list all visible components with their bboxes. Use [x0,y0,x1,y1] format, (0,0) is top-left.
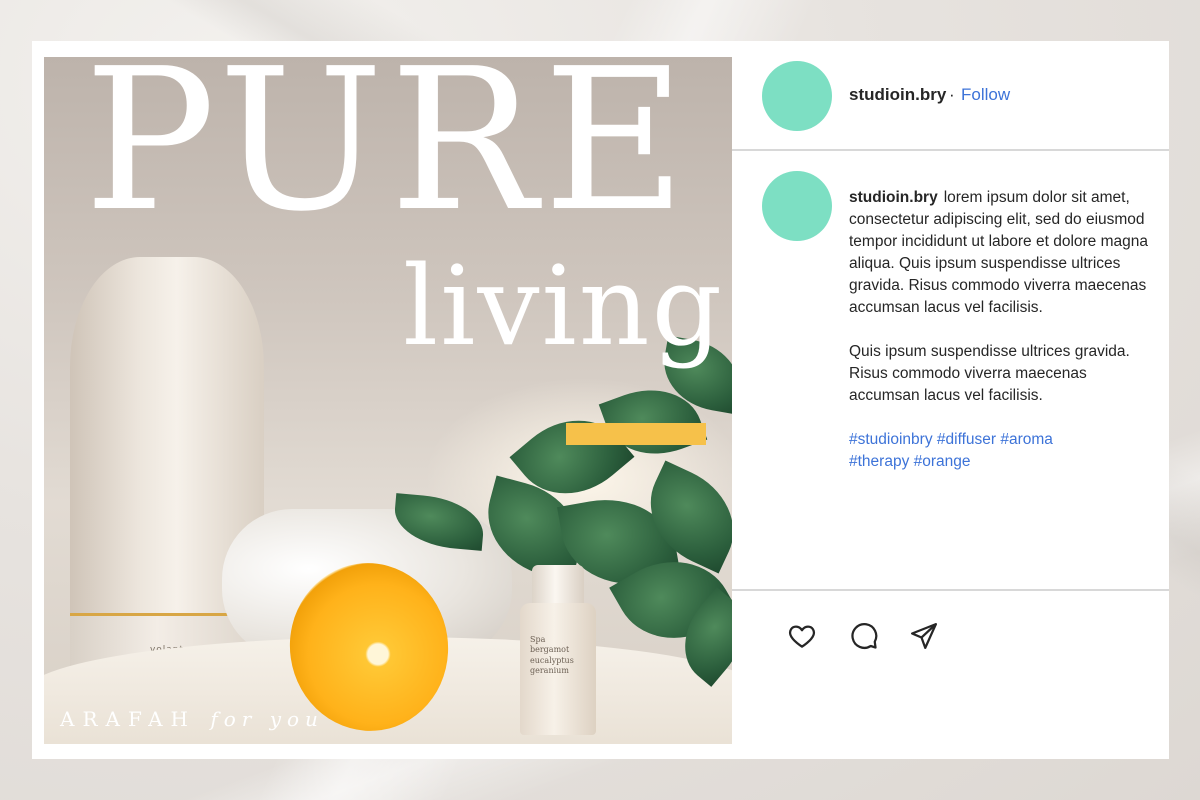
footer-tagline: for you [210,707,324,731]
instagram-post-card: volant Spa bergamot eucalyptus geranium … [32,41,1169,759]
bottle-cap [532,565,584,605]
post-sidebar: studioin.bry · Follow studioin.bry lorem … [732,41,1169,759]
footer-brand: ARAFAH for you [60,707,324,731]
header-separator: · [949,85,955,104]
post-image[interactable]: volant Spa bergamot eucalyptus geranium … [44,57,732,744]
hashtag-link[interactable]: #diffuser [937,431,996,448]
hashtag-link[interactable]: #orange [914,453,971,470]
caption-avatar[interactable] [762,171,832,241]
heart-icon [789,625,815,648]
headline-pure: PURE [83,57,693,255]
share-button[interactable] [909,621,939,651]
post-header: studioin.bry · Follow [732,41,1169,151]
bottle-label: Spa bergamot eucalyptus geranium [530,635,574,676]
caption-paragraph-2: Quis ipsum suspendisse ultrices gravida.… [849,343,1130,404]
hashtag-list: #studioinbry #diffuser #aroma #therapy #… [849,429,1149,473]
accent-bar [566,423,706,445]
follow-button[interactable]: Follow [961,85,1010,105]
caption-text-1: lorem ipsum dolor sit amet, consectetur … [849,189,1148,316]
caption-paragraph-1: studioin.bry lorem ipsum dolor sit amet, … [849,187,1149,319]
caption-username[interactable]: studioin.bry [849,189,938,206]
hashtag-link[interactable]: #aroma [1000,431,1053,448]
header-username[interactable]: studioin.bry [849,85,946,105]
post-actions [732,589,1169,759]
comment-button[interactable] [849,621,879,651]
footer-brand-name: ARAFAH [60,707,196,731]
hashtag-link[interactable]: #therapy [849,453,909,470]
avatar[interactable] [762,61,832,131]
essential-oil-bottle: Spa bergamot eucalyptus geranium [520,565,596,735]
paper-plane-icon [911,623,937,649]
hashtag-link[interactable]: #studioinbry [849,431,933,448]
headline-living: living [403,242,724,370]
comment-icon [851,623,878,649]
like-button[interactable] [787,621,817,651]
post-caption: studioin.bry lorem ipsum dolor sit amet, … [849,187,1149,473]
